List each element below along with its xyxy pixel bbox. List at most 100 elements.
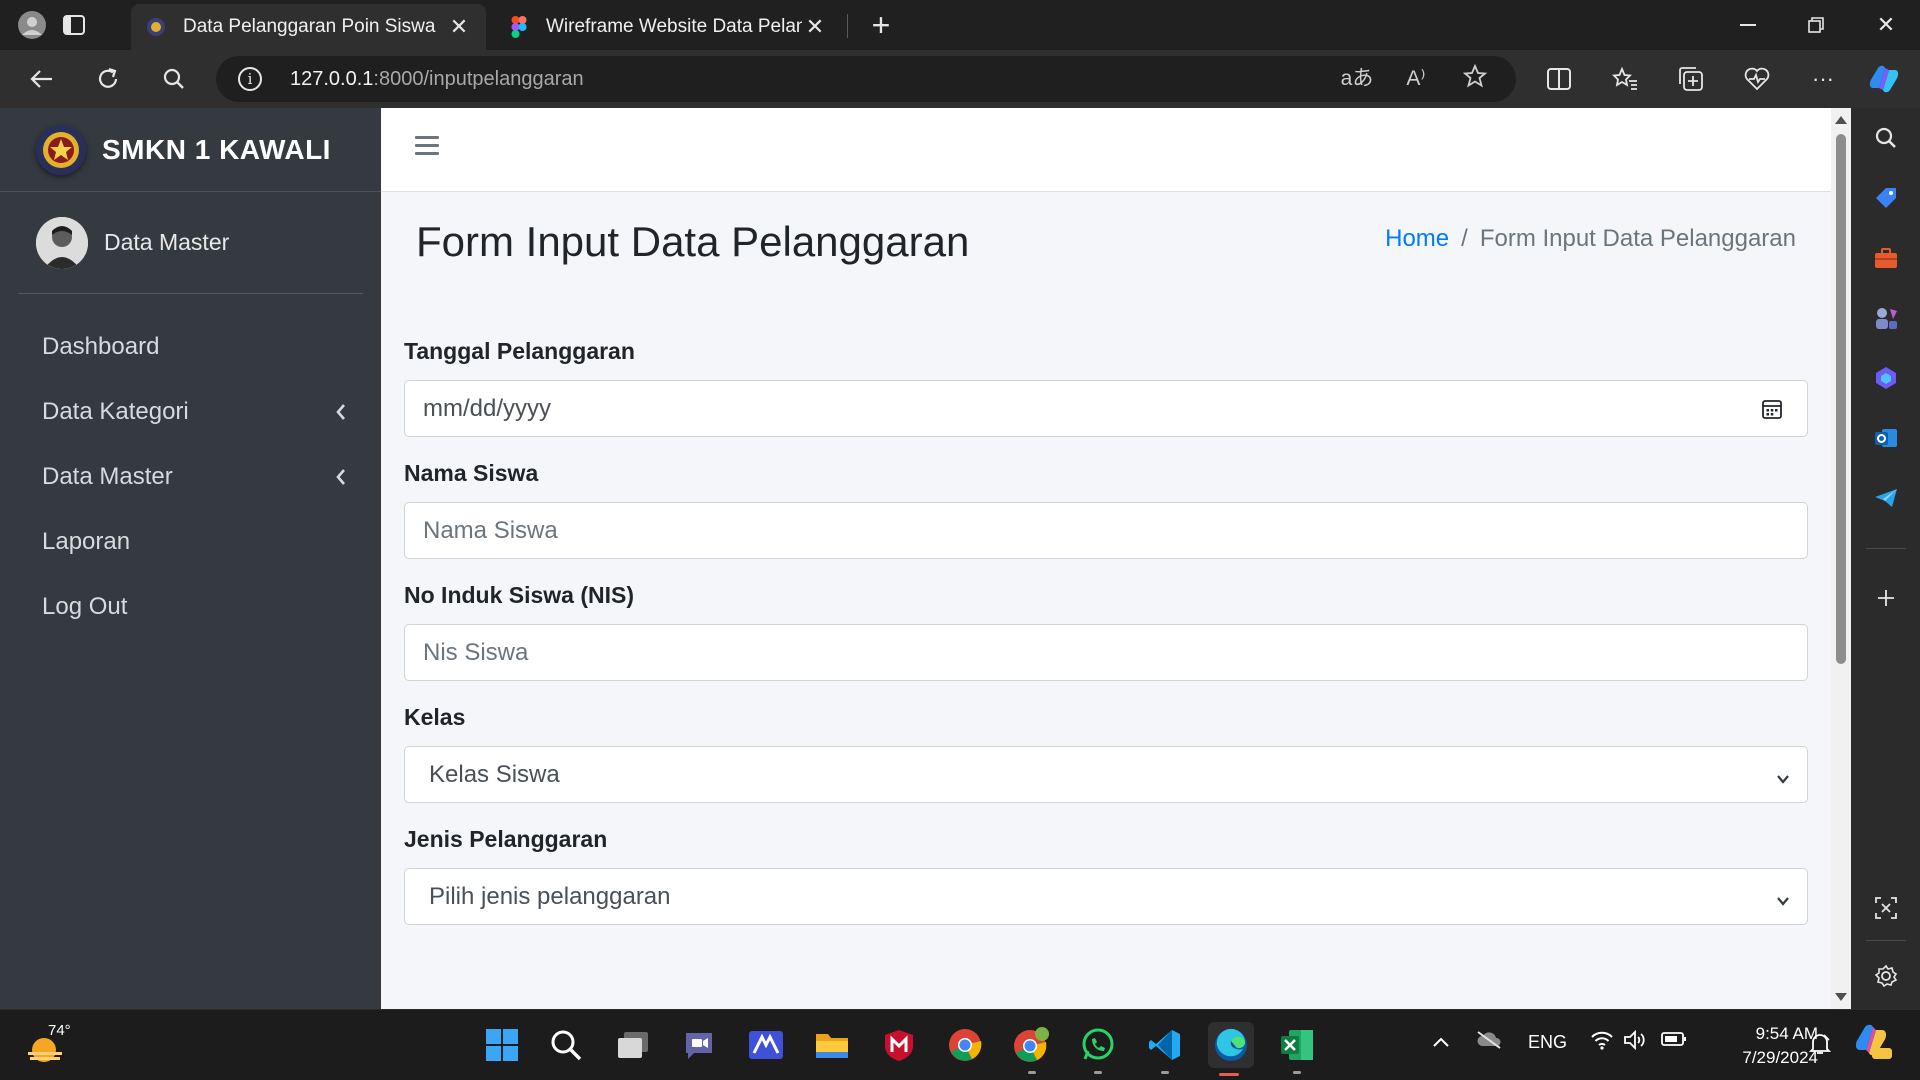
scroll-thumb[interactable] xyxy=(1836,134,1846,664)
page-title: Form Input Data Pelanggaran xyxy=(416,218,970,265)
notification-bell-icon[interactable] xyxy=(1808,1032,1832,1061)
system-clock[interactable]: 9:54 AM 7/29/2024 xyxy=(1708,1022,1818,1070)
settings-gear-icon[interactable] xyxy=(1870,960,1902,992)
teams-chat-icon[interactable] xyxy=(678,1024,720,1066)
url-text[interactable]: 127.0.0.1:8000/inputpelanggaran xyxy=(290,68,584,91)
url-host: 127.0.0.1 xyxy=(290,68,374,90)
copilot-pre-icon[interactable] xyxy=(1852,1022,1892,1065)
wifi-icon[interactable] xyxy=(1590,1030,1614,1055)
school-logo-favicon-icon xyxy=(145,16,167,38)
running-indicator xyxy=(1094,1071,1102,1074)
add-icon[interactable] xyxy=(1870,582,1902,614)
copilot-icon[interactable] xyxy=(1866,62,1902,96)
form-group-nis: No Induk Siswa (NIS) Nis Siswa xyxy=(404,582,1808,681)
sidebar-item-logout[interactable]: Log Out xyxy=(0,574,381,639)
user-panel[interactable]: Data Master xyxy=(18,192,363,294)
search-icon[interactable] xyxy=(545,1024,587,1066)
close-tab-icon[interactable]: ✕ xyxy=(446,14,472,40)
screenshot-icon[interactable] xyxy=(1870,892,1902,924)
sidebar-item-data-master[interactable]: Data Master xyxy=(0,444,381,509)
read-aloud-icon[interactable]: A⁾ xyxy=(1399,64,1433,94)
tab-actions-icon[interactable] xyxy=(56,8,92,42)
back-icon[interactable] xyxy=(22,60,62,98)
form-group-kelas: Kelas Kelas Siswa xyxy=(404,704,1808,803)
edge-browser-icon[interactable] xyxy=(1208,1022,1254,1076)
profile-icon[interactable] xyxy=(14,8,50,42)
school-logo-icon xyxy=(36,124,86,175)
scroll-down-arrow-icon[interactable] xyxy=(1835,993,1847,1001)
form-group-tanggal: Tanggal Pelanggaran mm/dd/yyyy xyxy=(404,338,1808,437)
whatsapp-icon[interactable] xyxy=(1077,1024,1119,1074)
clock-date: 7/29/2024 xyxy=(1742,1048,1818,1067)
search-icon[interactable] xyxy=(154,60,194,98)
more-icon[interactable]: ··· xyxy=(1805,62,1841,96)
refresh-icon[interactable] xyxy=(88,60,128,98)
battery-icon[interactable] xyxy=(1661,1031,1687,1052)
translate-icon[interactable]: aあ xyxy=(1340,64,1374,94)
minimize-button[interactable] xyxy=(1714,0,1782,50)
running-indicator xyxy=(1161,1071,1169,1074)
tanggal-date-input[interactable]: mm/dd/yyyy xyxy=(404,380,1808,437)
clock-time: 9:54 AM xyxy=(1755,1024,1818,1043)
sidebar-item-laporan[interactable]: Laporan xyxy=(0,509,381,574)
jenis-selected: Pilih jenis pelanggaran xyxy=(429,882,671,910)
nis-siswa-input[interactable]: Nis Siswa xyxy=(404,624,1808,681)
windows-start-icon[interactable] xyxy=(481,1024,523,1066)
sidebar-item-data-kategori[interactable]: Data Kategori xyxy=(0,379,381,444)
url-path: :8000/inputpelanggaran xyxy=(373,68,584,90)
collections-icon[interactable] xyxy=(1673,62,1709,96)
shopping-tag-icon[interactable] xyxy=(1870,182,1902,214)
brand-link[interactable]: SMKN 1 KAWALI xyxy=(0,108,381,192)
games-icon[interactable] xyxy=(1870,302,1902,334)
split-screen-icon[interactable] xyxy=(1541,62,1577,96)
chrome-icon[interactable] xyxy=(944,1024,986,1066)
chrome-profile-icon[interactable] xyxy=(1011,1024,1053,1074)
show-hidden-icons-chevron-up-icon[interactable] xyxy=(1432,1032,1450,1053)
windows-taskbar: 74° ENG 9:54 AM 7/29/2024 xyxy=(0,1009,1920,1080)
new-tab-button[interactable]: + xyxy=(862,6,900,44)
copilot-designer-icon[interactable] xyxy=(1870,362,1902,394)
scroll-up-arrow-icon[interactable] xyxy=(1835,116,1847,124)
volume-icon[interactable] xyxy=(1623,1029,1647,1055)
kelas-select[interactable]: Kelas Siswa xyxy=(404,746,1808,803)
info-icon[interactable]: i xyxy=(238,67,262,91)
address-bar[interactable]: i 127.0.0.1:8000/inputpelanggaran aあ A⁾ xyxy=(216,56,1516,102)
breadcrumb-home-link[interactable]: Home xyxy=(1385,225,1449,252)
outlook-icon[interactable] xyxy=(1870,422,1902,454)
jenis-pelanggaran-select[interactable]: Pilih jenis pelanggaran xyxy=(404,868,1808,925)
edge-sidebar xyxy=(1851,108,1920,1009)
hamburger-icon[interactable] xyxy=(415,136,439,160)
language-indicator[interactable]: ENG xyxy=(1528,1032,1567,1053)
search-icon[interactable] xyxy=(1870,122,1902,154)
nama-label: Nama Siswa xyxy=(404,460,539,486)
onedrive-offline-icon[interactable] xyxy=(1476,1030,1502,1055)
close-tab-icon[interactable]: ✕ xyxy=(802,14,828,40)
pen-app-icon[interactable] xyxy=(745,1024,787,1066)
top-navbar xyxy=(381,108,1831,192)
active-indicator xyxy=(1219,1073,1239,1076)
running-indicator xyxy=(1028,1071,1036,1074)
sidebar-item-dashboard[interactable]: Dashboard xyxy=(0,314,381,379)
nama-siswa-input[interactable]: Nama Siswa xyxy=(404,502,1808,559)
pelanggaran-form: Tanggal Pelanggaran mm/dd/yyyy Nama Sisw… xyxy=(404,338,1808,948)
form-group-nama: Nama Siswa Nama Siswa xyxy=(404,460,1808,559)
favorite-star-icon[interactable] xyxy=(1458,63,1492,94)
mcafee-icon[interactable] xyxy=(878,1024,920,1066)
health-icon[interactable] xyxy=(1739,62,1775,96)
vscode-icon[interactable] xyxy=(1144,1024,1186,1074)
favorites-icon[interactable] xyxy=(1607,62,1643,96)
file-explorer-icon[interactable] xyxy=(811,1024,853,1066)
calendar-icon[interactable] xyxy=(1761,398,1785,422)
task-view-icon[interactable] xyxy=(612,1024,654,1066)
telegram-send-icon[interactable] xyxy=(1870,482,1902,514)
page-scrollbar[interactable] xyxy=(1831,108,1851,1009)
restore-button[interactable] xyxy=(1782,0,1850,50)
tab-separator xyxy=(847,14,848,38)
tools-briefcase-icon[interactable] xyxy=(1870,242,1902,274)
tab-wireframe[interactable]: Wireframe Website Data Pelanggaran ✕ xyxy=(494,4,842,50)
nis-placeholder: Nis Siswa xyxy=(423,638,529,666)
tab-data-pelanggaran[interactable]: Data Pelanggaran Poin Siswa ✕ xyxy=(131,4,486,50)
excel-icon[interactable] xyxy=(1276,1024,1318,1074)
close-window-button[interactable]: ✕ xyxy=(1852,0,1920,50)
tanggal-placeholder: mm/dd/yyyy xyxy=(423,394,552,422)
